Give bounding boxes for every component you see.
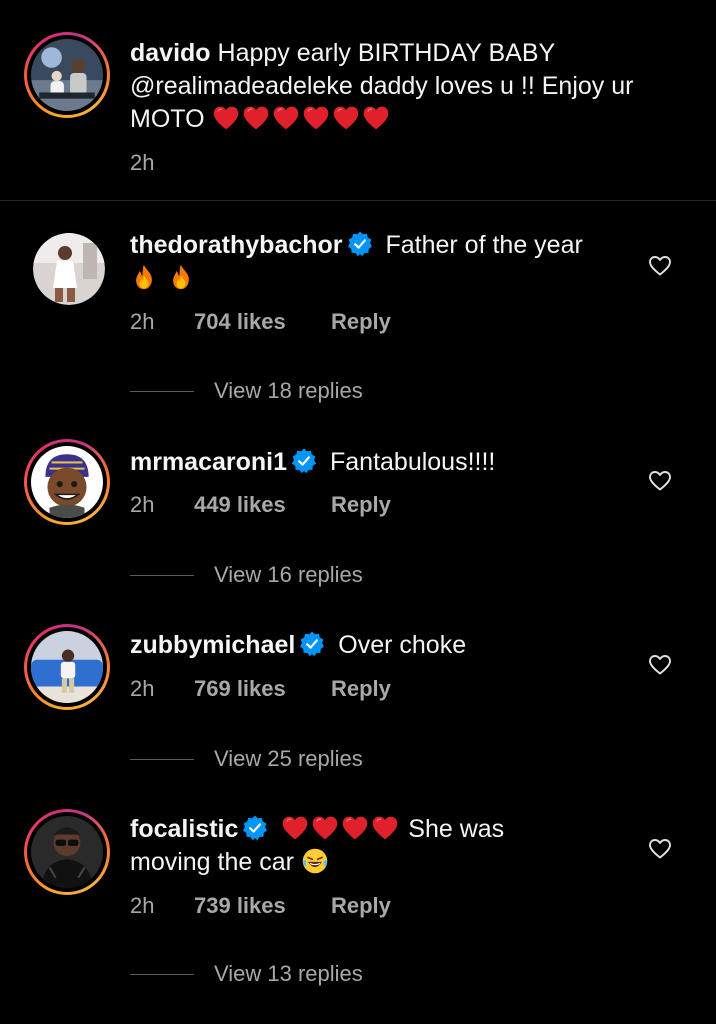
red-heart-emoji <box>371 814 399 842</box>
comment-timestamp: 2h <box>130 492 155 517</box>
view-replies-label[interactable]: View 16 replies <box>214 562 363 588</box>
red-heart-emoji <box>362 104 390 132</box>
view-replies-button[interactable]: View 18 replies <box>130 378 363 404</box>
avatar-image <box>31 446 103 518</box>
red-heart-emoji <box>332 104 360 132</box>
reply-button[interactable]: Reply <box>331 676 391 702</box>
reply-button[interactable]: Reply <box>331 893 391 919</box>
fire-emoji <box>130 263 158 291</box>
comment-timestamp: 2h <box>130 676 155 701</box>
comment-timestamp: 2h <box>130 309 155 334</box>
view-replies-label[interactable]: View 13 replies <box>214 961 363 987</box>
caption-divider <box>0 200 716 201</box>
replies-divider-line <box>130 574 194 576</box>
comment-username[interactable]: mrmacaroni1 <box>130 448 287 476</box>
avatar-thedorathybachor[interactable] <box>33 233 105 305</box>
avatar-image <box>31 816 103 888</box>
fire-emoji <box>167 263 195 291</box>
avatar-image <box>31 631 103 703</box>
avatar-zubbymichael[interactable] <box>24 624 110 710</box>
verified-badge-icon <box>242 815 268 841</box>
comment-meta: 2h 739 likes Reply <box>130 893 391 919</box>
comment-body: Fantabulous!!!! <box>329 448 496 476</box>
avatar-focalistic[interactable] <box>24 809 110 895</box>
caption-text: davido Happy early BIRTHDAY BABY @realim… <box>130 37 690 136</box>
verified-badge-icon <box>299 631 325 657</box>
view-replies-label[interactable]: View 18 replies <box>214 378 363 404</box>
caption-mention[interactable]: @realimadeadeleke <box>130 72 353 100</box>
red-heart-emoji <box>311 814 339 842</box>
comment-meta: 2h 769 likes Reply <box>130 676 391 702</box>
view-replies-button[interactable]: View 13 replies <box>130 961 363 987</box>
red-heart-emoji <box>212 104 240 132</box>
reply-button[interactable]: Reply <box>331 309 391 335</box>
comment-username[interactable]: focalistic <box>130 815 238 843</box>
comment-username[interactable]: thedorathybachor <box>130 231 343 259</box>
comment-body: Father of the year <box>385 231 583 259</box>
reply-button[interactable]: Reply <box>331 492 391 518</box>
comment-body: Over choke <box>338 631 467 659</box>
like-heart-icon[interactable] <box>648 469 672 493</box>
red-heart-emoji <box>341 814 369 842</box>
caption-timestamp: 2h <box>130 150 155 175</box>
comment-text: thedorathybachor Father of the year <box>130 229 630 295</box>
caption-meta: 2h <box>130 150 194 176</box>
like-heart-icon[interactable] <box>648 653 672 677</box>
red-heart-emoji <box>281 814 309 842</box>
comment-meta: 2h 704 likes Reply <box>130 309 391 335</box>
verified-badge-icon <box>347 231 373 257</box>
replies-divider-line <box>130 758 194 760</box>
red-heart-emoji <box>242 104 270 132</box>
avatar-mrmacaroni1[interactable] <box>24 439 110 525</box>
comment-likes-count[interactable]: 769 likes <box>194 676 331 702</box>
comment-text: focalistic She was moving the car <box>130 813 590 879</box>
face-with-tears-of-joy-emoji <box>301 847 329 875</box>
comment-likes-count[interactable]: 449 likes <box>194 492 331 518</box>
red-heart-emoji <box>272 104 300 132</box>
replies-divider-line <box>130 973 194 975</box>
comment-likes-count[interactable]: 739 likes <box>194 893 331 919</box>
comment-meta: 2h 449 likes Reply <box>130 492 391 518</box>
view-replies-label[interactable]: View 25 replies <box>214 746 363 772</box>
post-caption: davido Happy early BIRTHDAY BABY @realim… <box>0 0 716 200</box>
avatar-image <box>33 233 105 305</box>
red-heart-emoji <box>302 104 330 132</box>
like-heart-icon[interactable] <box>648 254 672 278</box>
verified-badge-icon <box>291 448 317 474</box>
comment-username[interactable]: zubbymichael <box>130 631 295 659</box>
avatar-davido[interactable] <box>24 32 110 118</box>
view-replies-button[interactable]: View 25 replies <box>130 746 363 772</box>
comment-likes-count[interactable]: 704 likes <box>194 309 331 335</box>
comment-timestamp: 2h <box>130 893 155 918</box>
replies-divider-line <box>130 390 194 392</box>
comment-text: mrmacaroni1 Fantabulous!!!! <box>130 446 630 479</box>
avatar-image <box>31 39 103 111</box>
view-replies-button[interactable]: View 16 replies <box>130 562 363 588</box>
caption-text-part1: Happy early BIRTHDAY BABY <box>217 39 555 67</box>
caption-username[interactable]: davido <box>130 39 211 67</box>
comment-text: zubbymichael Over choke <box>130 629 630 662</box>
like-heart-icon[interactable] <box>648 837 672 861</box>
